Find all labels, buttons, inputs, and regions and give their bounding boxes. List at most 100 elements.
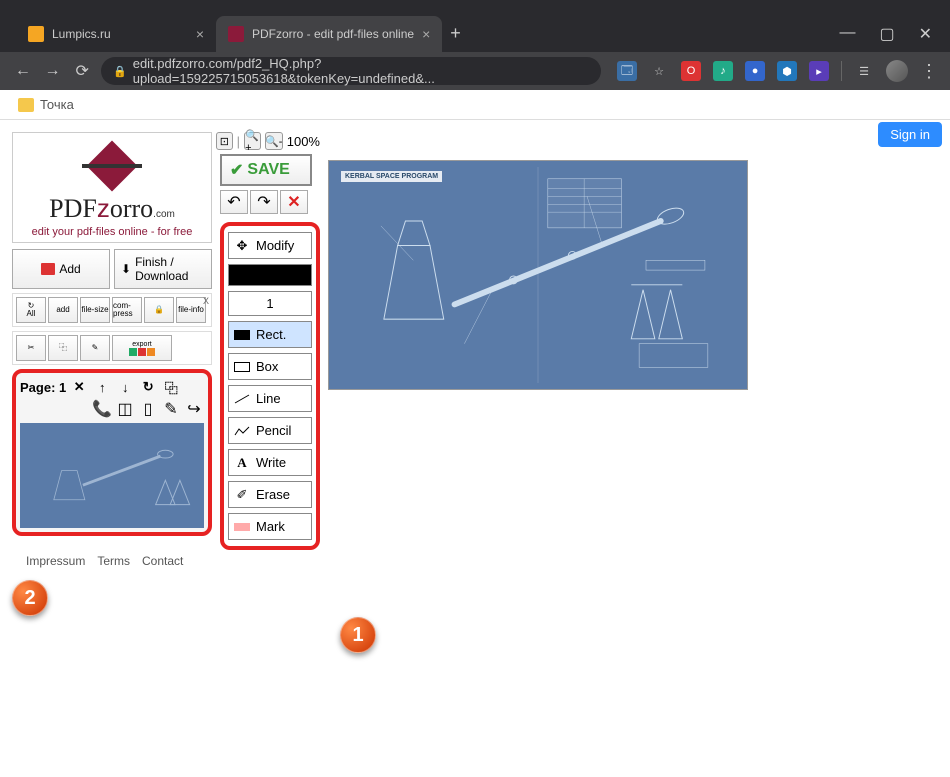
rotate-icon[interactable]: ↻	[138, 377, 158, 397]
check-icon: ✔	[230, 160, 243, 180]
logo-icon	[87, 141, 137, 191]
save-button[interactable]: ✔ SAVE	[220, 154, 312, 186]
extension-icon[interactable]: ♪	[713, 61, 733, 81]
close-icon[interactable]: ✕	[919, 24, 932, 44]
zoom-fit-icon[interactable]: ⊡	[216, 132, 233, 150]
new-tab-button[interactable]: +	[442, 23, 469, 52]
pencil-icon	[233, 424, 251, 438]
rect-tool[interactable]: Rect.	[228, 321, 312, 348]
close-icon[interactable]: ×	[196, 26, 204, 42]
thickness-input[interactable]: 1	[228, 291, 312, 316]
browser-titlebar: Lumpics.ru × PDFzorro - edit pdf-files o…	[0, 0, 950, 52]
menu-icon[interactable]: ⋮	[920, 61, 938, 82]
pdf-canvas[interactable]: KERBAL SPACE PROGRAM	[328, 160, 748, 390]
compress-button[interactable]: com-press	[112, 297, 142, 323]
file-tools: X ↻All add file-size com-press 🔒 file-in…	[12, 293, 212, 327]
move-down-icon[interactable]: ↓	[115, 377, 135, 397]
extension-icon[interactable]: ●	[745, 61, 765, 81]
tab-inactive[interactable]: Lumpics.ru ×	[16, 16, 216, 52]
page-thumbnail[interactable]	[20, 423, 204, 528]
logo: PDFzorro.com edit your pdf-files online …	[12, 132, 212, 243]
redo-icon[interactable]: ↪	[184, 399, 204, 419]
tab-active[interactable]: PDFzorro - edit pdf-files online ×	[216, 16, 442, 52]
close-icon[interactable]: X	[203, 296, 209, 306]
delete-button[interactable]: ✕	[280, 190, 308, 214]
zoom-in-icon[interactable]: 🔍+	[244, 132, 261, 150]
rotate-all-button[interactable]: ↻All	[16, 297, 46, 323]
erase-icon: ✐	[233, 488, 251, 502]
page-label: Page: 1	[20, 380, 66, 395]
contact-link[interactable]: Contact	[142, 554, 183, 568]
zoom-level: 100%	[287, 134, 320, 149]
filesize-button[interactable]: file-size	[80, 297, 110, 323]
bookmarks-bar: Точка	[0, 90, 950, 120]
copy-button[interactable]: ⿻	[48, 335, 78, 361]
move-up-icon[interactable]: ↑	[92, 377, 112, 397]
logo-subtitle: edit your pdf-files online - for free	[17, 226, 207, 238]
profile-avatar[interactable]	[886, 60, 908, 82]
move-icon: ✥	[233, 239, 251, 253]
callout-badge-1: 1	[340, 617, 376, 653]
terms-link[interactable]: Terms	[97, 554, 130, 568]
pencil-tool[interactable]: Pencil	[228, 417, 312, 444]
write-icon: A	[233, 456, 251, 470]
zoom-out-icon[interactable]: 🔍-	[265, 132, 283, 150]
mark-tool[interactable]: Mark	[228, 513, 312, 540]
undo-button[interactable]: ↶	[220, 190, 248, 214]
browser-tabs: Lumpics.ru × PDFzorro - edit pdf-files o…	[0, 0, 469, 52]
erase-tool[interactable]: ✐ Erase	[228, 481, 312, 508]
maximize-icon[interactable]: ▢	[879, 24, 894, 44]
lock-icon: 🔒	[113, 65, 127, 78]
box-tool[interactable]: Box	[228, 353, 312, 380]
line-tool[interactable]: Line	[228, 385, 312, 412]
download-icon: ⬇	[121, 262, 131, 276]
separator	[841, 61, 842, 81]
cut-all-button[interactable]: ✂	[16, 335, 46, 361]
page-icon[interactable]: ▯	[138, 399, 158, 419]
forward-button[interactable]: →	[42, 62, 64, 80]
signin-button[interactable]: Sign in	[878, 122, 942, 147]
star-icon[interactable]: ☆	[649, 61, 669, 81]
modify-tool[interactable]: ✥ Modify	[228, 232, 312, 259]
app-content: Sign in PDFzorro.com edit your pdf-files…	[0, 120, 950, 777]
close-icon[interactable]: ×	[422, 26, 430, 42]
edit-button[interactable]: ✎	[80, 335, 110, 361]
minimize-icon[interactable]: —	[839, 24, 855, 44]
extension-icon[interactable]: O	[681, 61, 701, 81]
url-text: edit.pdfzorro.com/pdf2_HQ.php?upload=159…	[133, 56, 589, 86]
translate-icon[interactable]: 🗔	[617, 61, 637, 81]
window-controls: — ▢ ✕	[821, 16, 950, 52]
extension-icon[interactable]: ▸	[809, 61, 829, 81]
blueprint-drawing	[335, 167, 741, 383]
page-panel: Page: 1 ✕ ↑ ↓ ↻ ⿻ 📞 ◫ ▯ ✎ ↪	[12, 369, 212, 536]
fileinfo-button[interactable]: file-info	[176, 297, 206, 323]
mark-icon	[233, 520, 251, 534]
write-tool[interactable]: A Write	[228, 449, 312, 476]
color-picker[interactable]	[228, 264, 312, 286]
rect-icon	[233, 328, 251, 342]
back-button[interactable]: ←	[12, 62, 34, 80]
impressum-link[interactable]: Impressum	[26, 554, 85, 568]
finish-button[interactable]: ⬇ Finish / Download	[114, 249, 212, 289]
add-page-button[interactable]: add	[48, 297, 78, 323]
tool-label: Rect.	[256, 327, 286, 342]
extension-icon[interactable]: ⬢	[777, 61, 797, 81]
bookmark-item[interactable]: Точка	[40, 97, 74, 112]
crop-icon[interactable]: ◫	[115, 399, 135, 419]
browser-urlbar: ← → ⟳ 🔒 edit.pdfzorro.com/pdf2_HQ.php?up…	[0, 52, 950, 90]
phone-icon[interactable]: 📞	[92, 399, 112, 419]
add-button[interactable]: Add	[12, 249, 110, 289]
export-button[interactable]: export	[112, 335, 172, 361]
blueprint-thumb-icon	[24, 427, 200, 524]
redo-button[interactable]: ↷	[250, 190, 278, 214]
reading-list-icon[interactable]: ☰	[854, 61, 874, 81]
zoom-controls: ⊡ | 🔍+ 🔍- 100%	[216, 132, 320, 150]
folder-icon	[18, 98, 34, 112]
url-field[interactable]: 🔒 edit.pdfzorro.com/pdf2_HQ.php?upload=1…	[101, 57, 601, 85]
reload-button[interactable]: ⟳	[71, 61, 93, 81]
lock-button[interactable]: 🔒	[144, 297, 174, 323]
favicon-icon	[28, 26, 44, 42]
delete-page-icon[interactable]: ✕	[69, 377, 89, 397]
pen-icon[interactable]: ✎	[161, 399, 181, 419]
duplicate-icon[interactable]: ⿻	[161, 377, 181, 397]
